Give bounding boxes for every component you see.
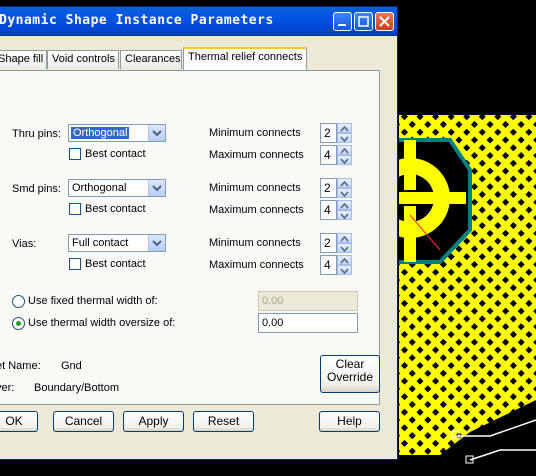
thru-pins-value: Orthogonal	[71, 127, 130, 139]
close-button[interactable]	[375, 12, 394, 31]
vias-label: Vias:	[12, 238, 37, 250]
chevron-down-icon[interactable]	[148, 180, 165, 196]
spinner-up-icon[interactable]	[337, 255, 352, 265]
spinner-down-icon[interactable]	[337, 188, 352, 198]
minimize-icon	[338, 24, 346, 26]
spinner-down-icon[interactable]	[337, 243, 352, 253]
fixed-thermal-width-radio[interactable]	[12, 295, 25, 308]
clear-override-line2: Override	[326, 370, 373, 384]
ok-button[interactable]: OK	[0, 411, 38, 432]
dialog-window: Dynamic Shape Instance Parameters Shape …	[0, 6, 398, 460]
layer-label: yer:	[0, 382, 15, 394]
vias-best-contact-checkbox[interactable]	[69, 258, 81, 270]
smd-pins-label: Smd pins:	[12, 183, 61, 195]
tab-void-controls[interactable]: Void controls	[47, 50, 119, 69]
spinner-up-icon[interactable]	[337, 123, 352, 133]
title-bar[interactable]: Dynamic Shape Instance Parameters	[0, 7, 397, 36]
help-button[interactable]: Help	[319, 411, 380, 432]
net-name-value: Gnd	[61, 360, 82, 372]
thru-pins-select[interactable]: Orthogonal	[68, 124, 166, 142]
close-icon	[379, 16, 390, 27]
spinner-up-icon[interactable]	[337, 200, 352, 210]
clear-override-button[interactable]: Clear Override	[320, 355, 380, 393]
vias-select[interactable]: Full contact	[68, 234, 166, 252]
maximum-connects-label: Maximum connects	[209, 149, 304, 161]
maximize-icon	[358, 16, 369, 27]
spinner-down-icon[interactable]	[337, 210, 352, 220]
thermal-width-oversize-radio[interactable]	[12, 317, 25, 330]
thru-pins-min-spinner[interactable]: 2	[320, 123, 352, 143]
smd-pins-select[interactable]: Orthogonal	[68, 179, 166, 197]
spinner-value[interactable]: 2	[320, 178, 337, 198]
minimize-button[interactable]	[333, 12, 352, 31]
maximum-connects-label: Maximum connects	[209, 259, 304, 271]
fixed-thermal-width-field[interactable]: 0.00	[258, 291, 358, 311]
spinner-down-icon[interactable]	[337, 265, 352, 275]
spinner-value[interactable]: 2	[320, 233, 337, 253]
tab-panel: Thru pins: Orthogonal Best contact Minim…	[0, 70, 380, 405]
minimum-connects-label: Minimum connects	[209, 182, 301, 194]
smd-pins-min-spinner[interactable]: 2	[320, 178, 352, 198]
net-name-label: et Name:	[0, 360, 41, 372]
thermal-width-oversize-field[interactable]: 0.00	[258, 313, 358, 333]
tab-shape-fill[interactable]: Shape fill	[0, 50, 47, 69]
tab-clearances[interactable]: Clearances	[120, 50, 182, 69]
clear-override-line1: Clear	[335, 357, 365, 371]
smd-pins-value: Orthogonal	[72, 182, 127, 194]
spinner-up-icon[interactable]	[337, 178, 352, 188]
spinner-down-icon[interactable]	[337, 155, 352, 165]
apply-button[interactable]: Apply	[123, 411, 184, 432]
spinner-value[interactable]: 4	[320, 145, 337, 165]
thru-pins-max-spinner[interactable]: 4	[320, 145, 352, 165]
tab-thermal-relief-connects[interactable]: Thermal relief connects	[183, 47, 307, 70]
vias-min-spinner[interactable]: 2	[320, 233, 352, 253]
smd-pins-best-contact-checkbox[interactable]	[69, 203, 81, 215]
maximum-connects-label: Maximum connects	[209, 204, 304, 216]
thermal-spoke	[396, 192, 466, 204]
chevron-down-icon[interactable]	[148, 125, 165, 141]
fixed-thermal-width-label: Use fixed thermal width of:	[28, 295, 158, 307]
spinner-up-icon[interactable]	[337, 145, 352, 155]
thru-pins-best-contact-checkbox[interactable]	[69, 148, 81, 160]
thermal-spoke	[404, 140, 416, 190]
thermal-spoke	[404, 206, 416, 262]
spinner-down-icon[interactable]	[337, 133, 352, 143]
reset-button[interactable]: Reset	[193, 411, 254, 432]
spinner-up-icon[interactable]	[337, 233, 352, 243]
best-contact-label: Best contact	[85, 148, 146, 160]
vias-max-spinner[interactable]: 4	[320, 255, 352, 275]
spinner-value[interactable]: 4	[320, 255, 337, 275]
chevron-down-icon[interactable]	[148, 235, 165, 251]
vias-value: Full contact	[72, 237, 129, 249]
window-title: Dynamic Shape Instance Parameters	[0, 13, 274, 28]
minimum-connects-label: Minimum connects	[209, 127, 301, 139]
minimum-connects-label: Minimum connects	[209, 237, 301, 249]
spinner-value[interactable]: 2	[320, 123, 337, 143]
spinner-value[interactable]: 4	[320, 200, 337, 220]
best-contact-label: Best contact	[85, 203, 146, 215]
thermal-width-oversize-label: Use thermal width oversize of:	[28, 317, 176, 329]
maximize-button[interactable]	[354, 12, 373, 31]
best-contact-label: Best contact	[85, 258, 146, 270]
smd-pins-max-spinner[interactable]: 4	[320, 200, 352, 220]
cancel-button[interactable]: Cancel	[53, 411, 114, 432]
layer-value: Boundary/Bottom	[34, 382, 119, 394]
thru-pins-label: Thru pins:	[12, 128, 61, 140]
